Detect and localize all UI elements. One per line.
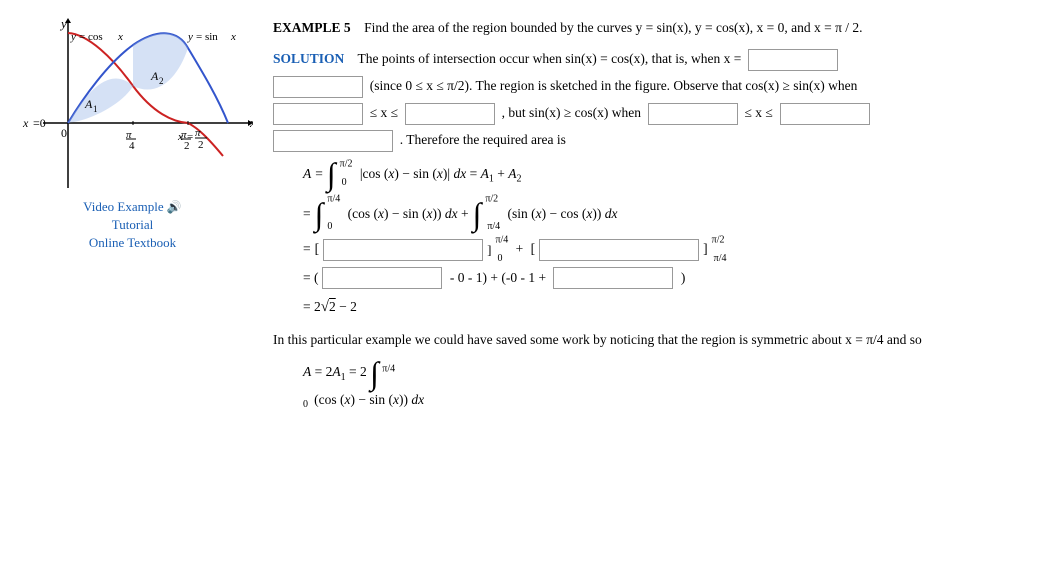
- integrand-2: (cos (x) − sin (x)) dx +: [344, 202, 468, 226]
- answer-box-1[interactable]: [748, 49, 838, 71]
- svg-text:π: π: [195, 127, 201, 139]
- big-integral-3: ∫: [473, 198, 482, 230]
- open-bracket-2: [: [531, 237, 536, 261]
- video-example-link[interactable]: Video Example 🔊: [83, 199, 182, 215]
- line1-text: (since 0 ≤ x ≤ π/2). The region is sketc…: [370, 78, 858, 93]
- svg-text:y: y: [59, 18, 67, 31]
- math-line-3: = [ ] π/40 + [ ] π/2π/4: [303, 237, 1044, 261]
- limit-label-2: π/2π/4: [712, 239, 727, 261]
- text-line-3: . Therefore the required area is: [273, 129, 1044, 152]
- example-text: Find the area of the region bounded by t…: [364, 20, 862, 35]
- limit-label-1: π/40: [495, 239, 508, 261]
- bottom-integral: A = 2A1 = 2 ∫ π/40 (cos (x) − sin (x)) d…: [303, 357, 1044, 412]
- line2-p1: ≤ x ≤: [370, 105, 398, 120]
- eq-sign-3: =: [303, 237, 311, 261]
- right-panel: EXAMPLE 5 Find the area of the region bo…: [265, 10, 1060, 573]
- svg-text:y: y: [70, 31, 76, 43]
- final-result: = 2√2 − 2: [303, 294, 357, 321]
- open-bracket-1: [: [315, 237, 320, 261]
- svg-text:2: 2: [159, 76, 164, 86]
- links-area: Video Example 🔊 Tutorial Online Textbook: [83, 199, 182, 251]
- limits-2: π/40: [327, 194, 340, 234]
- svg-text:x: x: [230, 31, 236, 43]
- math-line-A: A = ∫ π/20 |cos (x) − sin (x)| dx = A1 +…: [303, 158, 1044, 190]
- svg-text:=0: =0: [33, 116, 46, 130]
- svg-text:x: x: [22, 116, 29, 130]
- plus-sign: +: [512, 237, 526, 261]
- answer-box-2[interactable]: [273, 76, 363, 98]
- big-integral-4: ∫: [370, 355, 379, 391]
- svg-text:0: 0: [61, 126, 67, 140]
- solution-label: SOLUTION: [273, 51, 344, 66]
- answer-box-11[interactable]: [553, 267, 673, 289]
- integrand-1: |cos (x) − sin (x)| dx = A1 + A2: [356, 162, 521, 186]
- eq-sign-2: =: [303, 202, 311, 226]
- answer-box-5[interactable]: [648, 103, 738, 125]
- answer-box-9[interactable]: [539, 239, 699, 261]
- text-line-1: (since 0 ≤ x ≤ π/2). The region is sketc…: [273, 75, 1044, 98]
- answer-box-4[interactable]: [405, 103, 495, 125]
- limits-3: π/2π/4: [485, 194, 500, 234]
- note-text: In this particular example we could have…: [273, 329, 1044, 351]
- close-paren: ): [677, 266, 685, 290]
- svg-text:2: 2: [198, 139, 204, 151]
- math-A-expr: A: [303, 162, 311, 186]
- svg-text:A: A: [150, 69, 159, 83]
- final-line: = 2√2 − 2: [303, 294, 1044, 321]
- math-line-2: = ∫ π/40 (cos (x) − sin (x)) dx + ∫ π/2π…: [303, 194, 1044, 234]
- svg-text:y: y: [187, 31, 193, 43]
- note-span: In this particular example we could have…: [273, 332, 922, 347]
- math-block: A = ∫ π/20 |cos (x) − sin (x)| dx = A1 +…: [303, 158, 1044, 321]
- left-panel: y x A 1 A 2: [0, 10, 265, 573]
- answer-box-6[interactable]: [780, 103, 870, 125]
- video-icon: Video Example: [83, 199, 163, 214]
- mid-expr: - 0 - 1) + (-0 - 1 +: [446, 266, 549, 290]
- speaker-icon: 🔊: [167, 200, 182, 214]
- text-line-2: ≤ x ≤ , but sin(x) ≥ cos(x) when ≤ x ≤: [273, 102, 1044, 125]
- big-integral-2: ∫: [315, 198, 324, 230]
- answer-box-8[interactable]: [323, 239, 483, 261]
- integral-limits-1: π/20: [340, 163, 353, 185]
- tutorial-link[interactable]: Tutorial: [112, 217, 153, 233]
- answer-box-7[interactable]: [273, 130, 393, 152]
- svg-text:2: 2: [184, 140, 190, 152]
- close-bracket-1: ]: [487, 238, 491, 261]
- answer-box-3[interactable]: [273, 103, 363, 125]
- bottom-integrand: (cos (x) − sin (x)) dx: [311, 392, 424, 407]
- svg-text:= cos: = cos: [79, 31, 103, 43]
- bottom-A-expr: A: [303, 364, 311, 379]
- solution-block: SOLUTION The points of intersection occu…: [273, 48, 1044, 411]
- solution-line: SOLUTION The points of intersection occu…: [273, 48, 1044, 71]
- example-header: EXAMPLE 5 Find the area of the region bo…: [273, 18, 1044, 38]
- example-label: EXAMPLE 5: [273, 20, 351, 35]
- svg-text:= sin: = sin: [196, 31, 218, 43]
- graph-area: y x A 1 A 2: [13, 18, 253, 193]
- answer-box-10[interactable]: [322, 267, 442, 289]
- svg-text:1: 1: [93, 104, 98, 114]
- svg-text:4: 4: [129, 140, 135, 152]
- line2-p3: ≤ x ≤: [744, 105, 772, 120]
- solution-text: The points of intersection occur when si…: [358, 51, 742, 66]
- math-line-4: = ( - 0 - 1) + (-0 - 1 + ): [303, 266, 1044, 290]
- integrand-3: (sin (x) − cos (x)) dx: [504, 202, 617, 226]
- line2-p2: , but sin(x) ≥ cos(x) when: [502, 105, 641, 120]
- line3-text: . Therefore the required area is: [400, 132, 566, 147]
- eq-sign-4: = (: [303, 266, 318, 290]
- math-equals-1: =: [315, 162, 323, 186]
- close-bracket-2: ]: [703, 237, 708, 261]
- svg-text:x: x: [249, 115, 253, 130]
- online-textbook-link[interactable]: Online Textbook: [89, 235, 176, 251]
- svg-text:x: x: [117, 31, 123, 43]
- big-integral-1: ∫: [327, 158, 336, 190]
- svg-text:A: A: [84, 97, 93, 111]
